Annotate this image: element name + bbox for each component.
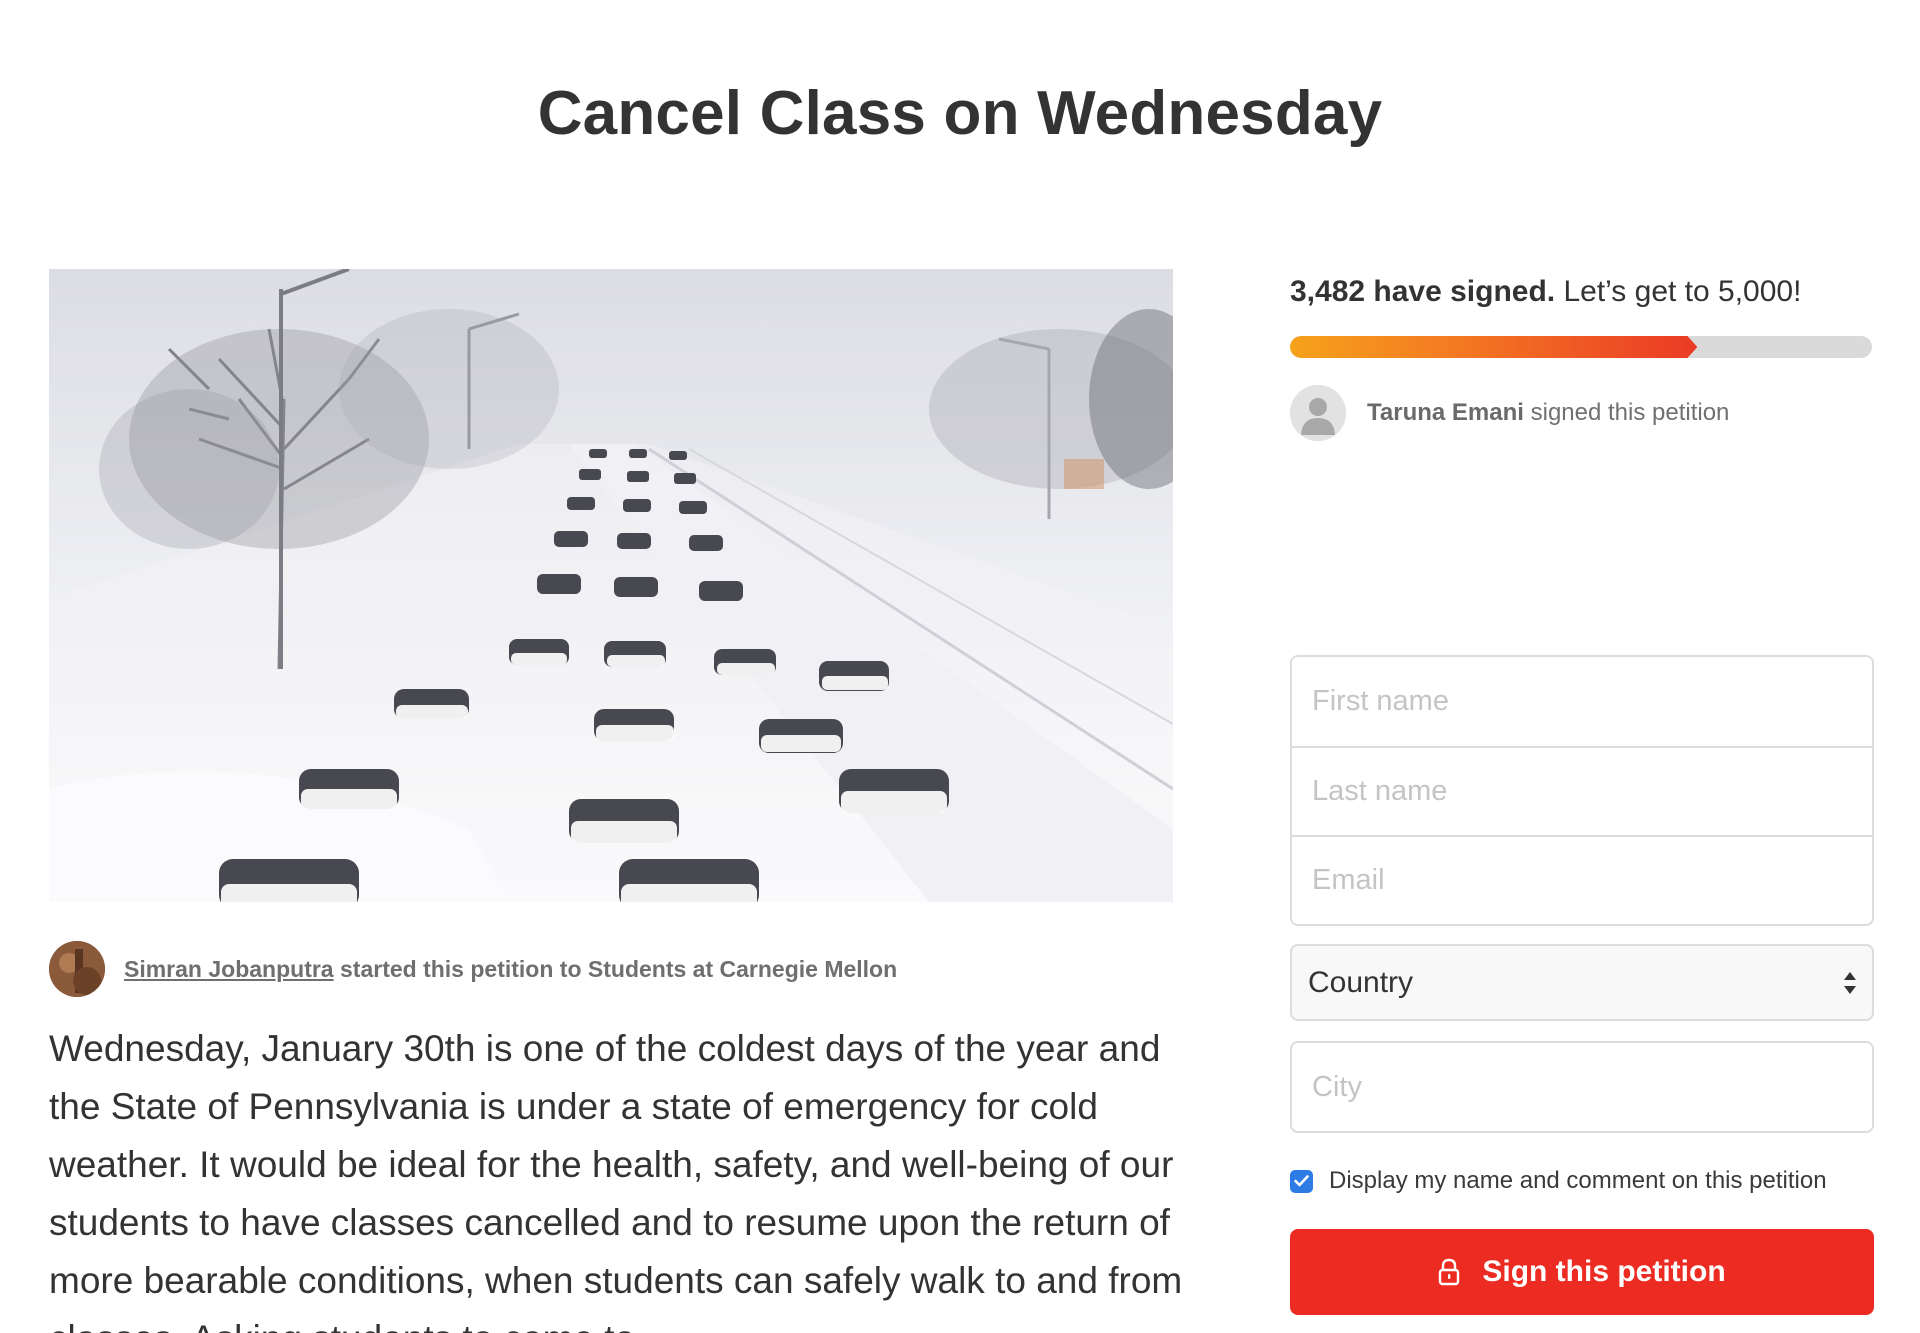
country-select[interactable]: Country [1290,944,1874,1021]
signature-count-label: 3,482 have signed. [1290,275,1556,308]
recent-signer-text: Taruna Emani signed this petition [1367,399,1729,427]
petition-starter: Simran Jobanputra started this petition … [49,941,897,997]
default-user-icon [1290,385,1346,441]
snowstorm-image [49,269,1173,902]
recent-signer-avatar [1290,385,1346,441]
progress-bar [1290,336,1872,358]
signature-goal-label: Let’s get to 5,000! [1555,275,1802,308]
select-arrows-icon [1844,971,1856,994]
sign-petition-form: Country Display my name and comment on t… [1290,655,1874,1315]
city-field [1290,1041,1874,1133]
sign-petition-button[interactable]: Sign this petition [1290,1229,1874,1315]
signature-count: 3,482 have signed. Let’s get to 5,000! [1290,275,1801,309]
checkmark-icon [1294,1175,1309,1187]
progress-bar-fill [1290,336,1697,358]
recent-signer-suffix: signed this petition [1523,399,1730,426]
starter-avatar[interactable] [49,941,105,997]
sign-petition-label: Sign this petition [1482,1255,1726,1288]
display-name-label: Display my name and comment on this peti… [1329,1167,1827,1194]
display-name-checkbox[interactable] [1290,1169,1313,1193]
starter-suffix: started this petition to Students at Car… [333,955,898,982]
name-email-group [1290,655,1874,926]
last-name-input[interactable] [1292,746,1872,835]
country-select-value: Country [1308,965,1414,999]
starter-text: Simran Jobanputra started this petition … [124,956,897,983]
lock-icon [1439,1258,1460,1286]
user-photo-avatar-icon [49,941,105,997]
petition-image [49,269,1173,902]
recent-signer: Taruna Emani signed this petition [1290,385,1729,441]
starter-name-link[interactable]: Simran Jobanputra [124,956,334,982]
page-title: Cancel Class on Wednesday [537,79,1383,148]
city-input[interactable] [1292,1043,1872,1131]
display-name-option: Display my name and comment on this peti… [1290,1167,1874,1195]
email-input[interactable] [1292,835,1872,924]
petition-description: Wednesday, January 30th is one of the co… [49,1028,1183,1333]
first-name-input[interactable] [1292,657,1872,746]
recent-signer-name: Taruna Emani [1367,399,1524,426]
